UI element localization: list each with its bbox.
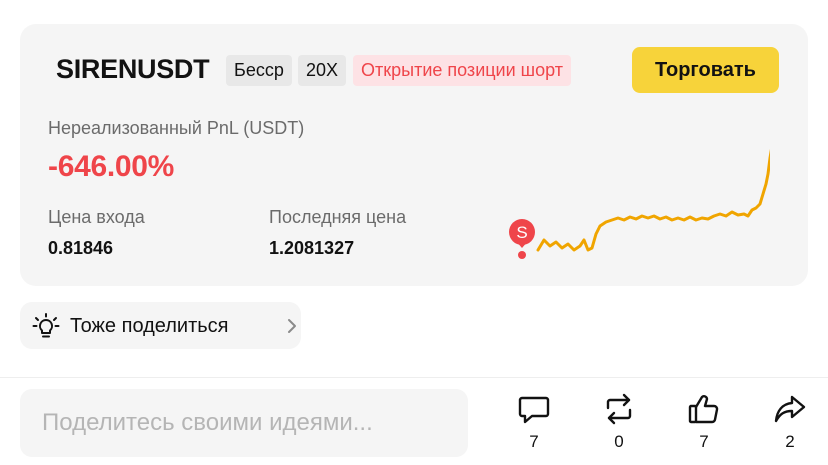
divider: [0, 377, 828, 378]
leverage-tag: 20X: [298, 55, 347, 86]
thumbs-up-icon: [688, 395, 719, 424]
share-button[interactable]: 2: [770, 392, 810, 456]
lightbulb-icon: [32, 313, 60, 338]
like-button[interactable]: 7: [684, 392, 724, 456]
pnl-value: -646.00%: [48, 150, 175, 183]
comment-input[interactable]: [20, 389, 468, 457]
comment-icon: [518, 396, 550, 424]
entry-price-value: 0.81846: [48, 238, 114, 258]
chevron-right-icon: [288, 319, 296, 333]
last-price-value: 1.2081327: [269, 238, 355, 258]
comment-button[interactable]: 7: [514, 392, 554, 456]
share-arrow-icon: [774, 395, 806, 423]
pnl-label: Нереализованный PnL (USDT): [48, 118, 305, 138]
margin-mode-tag: Бесср: [226, 55, 292, 86]
last-price-label: Последняя цена: [269, 207, 407, 227]
price-sparkline: S: [509, 148, 770, 259]
repost-button[interactable]: 0: [599, 392, 639, 456]
repost-count: 0: [614, 432, 624, 451]
entry-price-label: Цена входа: [48, 207, 145, 227]
repost-icon: [606, 393, 632, 425]
comment-count: 7: [529, 432, 539, 451]
share-too-label: Тоже поделиться: [70, 315, 229, 337]
share-too-button[interactable]: Тоже поделиться: [20, 302, 301, 349]
short-marker-pointer: [516, 241, 528, 248]
short-marker-letter: S: [516, 223, 527, 242]
like-count: 7: [699, 432, 709, 451]
price-line: [536, 148, 770, 252]
share-count: 2: [785, 432, 795, 451]
position-side-tag: Открытие позиции шорт: [353, 55, 571, 86]
symbol-title: SIRENUSDT: [56, 54, 210, 84]
entry-marker-dot: [518, 251, 526, 259]
position-card: SIRENUSDT Бесср 20X Открытие позиции шор…: [20, 24, 808, 286]
trade-button[interactable]: Торговать: [632, 47, 779, 93]
